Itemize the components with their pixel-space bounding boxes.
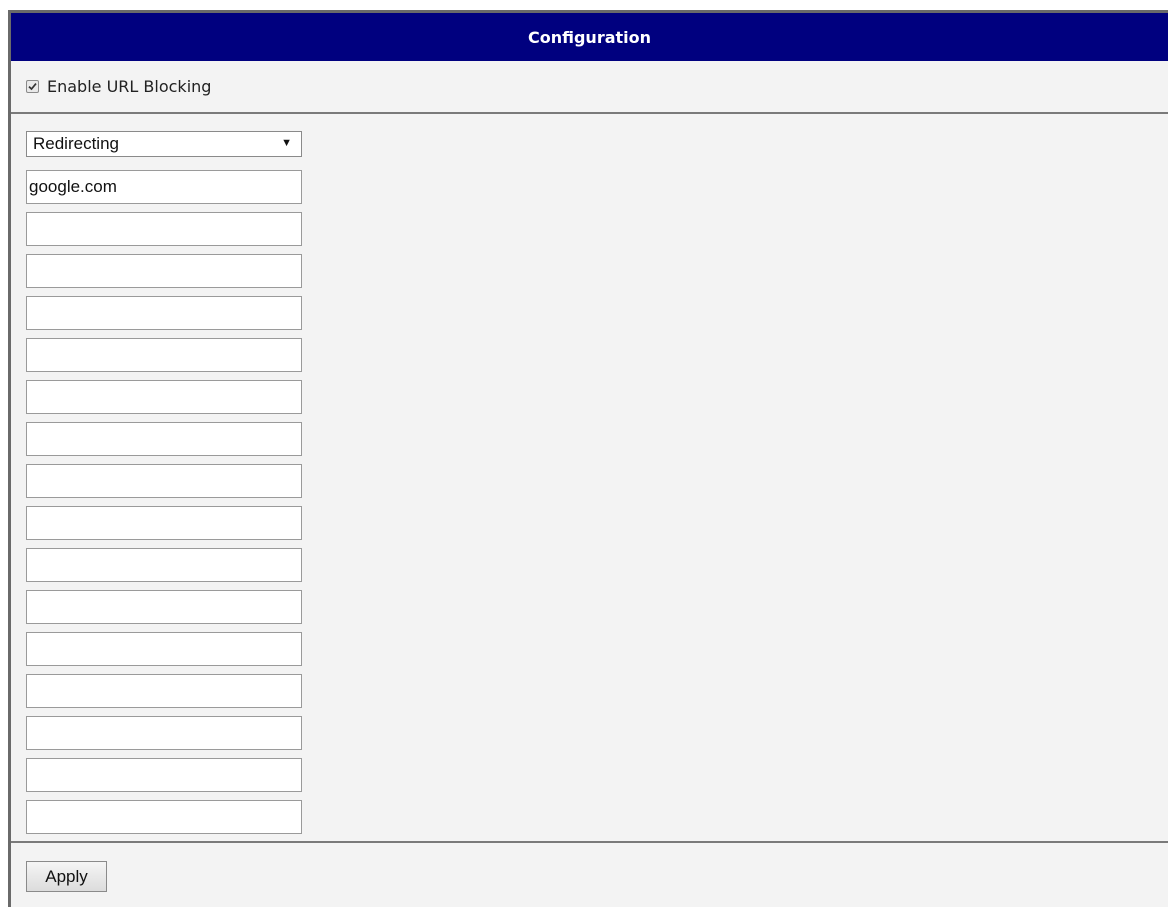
blocking-mode-value: Redirecting [33, 134, 119, 153]
list-item [26, 800, 302, 834]
url-input[interactable] [26, 506, 302, 540]
list-item [26, 254, 302, 288]
list-item [26, 674, 302, 708]
dropdown-arrow-icon: ▼ [281, 137, 292, 149]
url-list-section: Redirecting ▼ [11, 114, 1168, 843]
apply-button[interactable]: Apply [26, 861, 107, 892]
list-item [26, 380, 302, 414]
list-item [26, 338, 302, 372]
checkmark-icon [28, 83, 37, 91]
url-input[interactable] [26, 674, 302, 708]
url-input[interactable] [26, 632, 302, 666]
url-input[interactable] [26, 800, 302, 834]
list-item [26, 212, 302, 246]
list-item [26, 590, 302, 624]
list-item [26, 296, 302, 330]
url-input[interactable] [26, 548, 302, 582]
url-input[interactable] [26, 422, 302, 456]
list-item [26, 716, 302, 750]
url-input[interactable] [26, 338, 302, 372]
blocking-mode-select[interactable]: Redirecting ▼ [26, 131, 302, 157]
list-item [26, 548, 302, 582]
url-input[interactable] [26, 380, 302, 414]
panel-header: Configuration [11, 13, 1168, 61]
url-input[interactable] [26, 590, 302, 624]
enable-url-blocking-checkbox[interactable] [26, 80, 39, 93]
list-item [26, 422, 302, 456]
url-input[interactable] [26, 464, 302, 498]
url-input[interactable] [26, 254, 302, 288]
url-input[interactable] [26, 716, 302, 750]
enable-url-blocking-label[interactable]: Enable URL Blocking [47, 77, 211, 96]
list-item [26, 758, 302, 792]
url-entries-list [26, 170, 302, 842]
list-item [26, 632, 302, 666]
footer-bar: Apply [11, 843, 1168, 907]
url-input[interactable] [26, 170, 302, 204]
url-input[interactable] [26, 758, 302, 792]
enable-url-blocking-row: Enable URL Blocking [11, 61, 1168, 114]
configuration-panel: Configuration Enable URL Blocking Redire… [8, 10, 1168, 907]
panel-title: Configuration [527, 27, 652, 47]
list-item [26, 464, 302, 498]
url-input[interactable] [26, 212, 302, 246]
list-item [26, 170, 302, 204]
url-input[interactable] [26, 296, 302, 330]
list-item [26, 506, 302, 540]
